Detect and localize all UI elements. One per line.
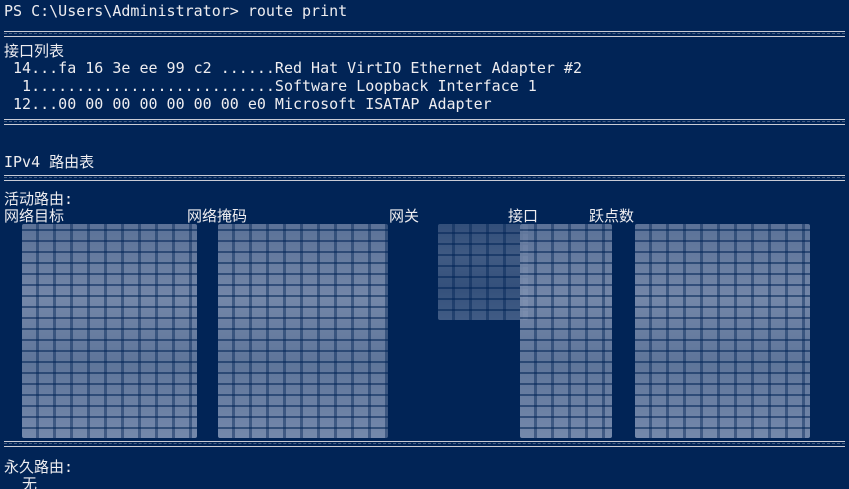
redacted-netmask-column <box>218 224 388 438</box>
ipv4-route-table-title: IPv4 路由表 <box>4 153 95 171</box>
redacted-destination-column <box>22 224 197 438</box>
redacted-interface-column <box>520 224 612 438</box>
column-network-destination: 网络目标 <box>4 207 65 225</box>
interface-row: 12...00 00 00 00 00 00 00 e0 Microsoft I… <box>4 95 492 113</box>
interface-list-title: 接口列表 <box>4 42 65 60</box>
separator-line-bottom <box>4 441 845 447</box>
persistent-routes-value: 无 <box>4 475 38 489</box>
column-metric: 跃点数 <box>589 207 635 225</box>
separator-line-ipv4 <box>4 175 845 181</box>
active-routes-label: 活动路由: <box>4 190 74 208</box>
prompt-command-line: PS C:\Users\Administrator> route print <box>4 2 348 20</box>
interface-row: 14...fa 16 3e ee 99 c2 ......Red Hat Vir… <box>4 59 582 77</box>
column-netmask: 网络掩码 <box>187 207 248 225</box>
separator-line-interfaces-end <box>4 119 845 125</box>
persistent-routes-label: 永久路由: <box>4 458 74 476</box>
powershell-terminal[interactable]: PS C:\Users\Administrator> route print 接… <box>0 0 849 489</box>
column-gateway: 网关 <box>389 207 420 225</box>
redacted-metric-column <box>635 224 810 438</box>
interface-row: 1...........................Software Loo… <box>4 77 537 95</box>
separator-line-top <box>4 31 845 37</box>
redacted-gateway-column <box>438 224 528 320</box>
column-interface: 接口 <box>508 207 539 225</box>
